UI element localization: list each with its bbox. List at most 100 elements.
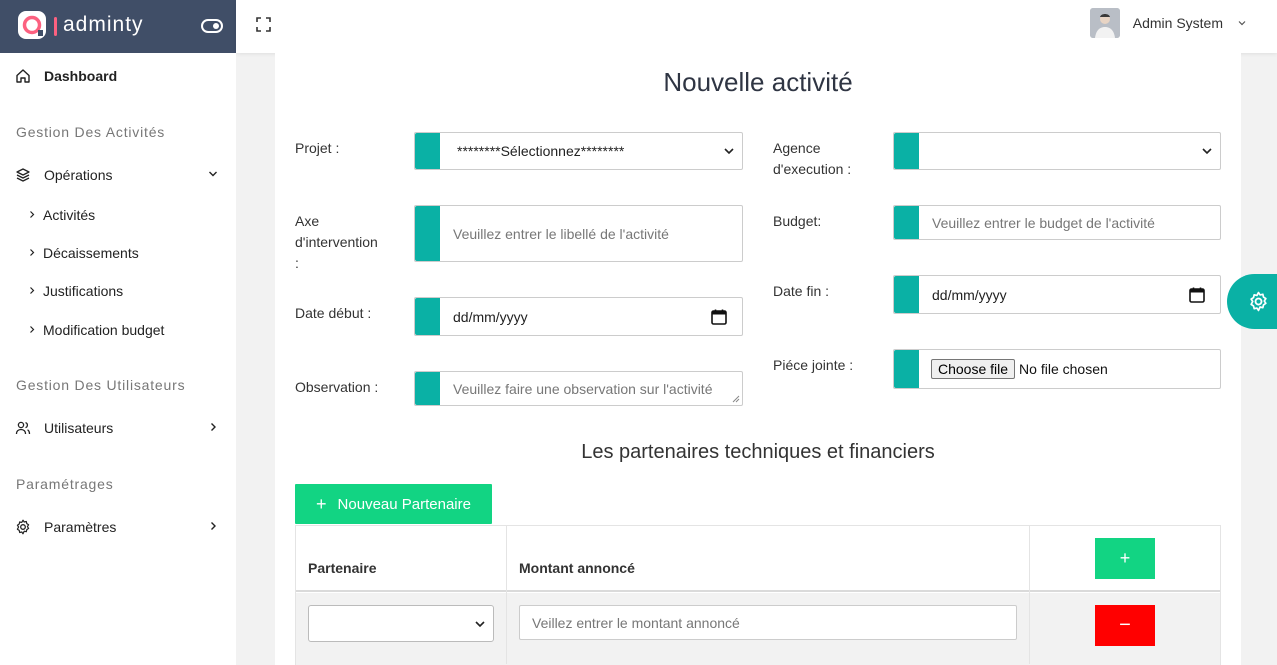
date-fin-label: Date fin : (773, 283, 830, 299)
new-partner-label: Nouveau Partenaire (337, 495, 471, 513)
observation-addon (415, 372, 440, 405)
axe-label-line-3: : (295, 255, 299, 271)
page-title: Nouvelle activité (663, 67, 853, 97)
observation-textarea[interactable]: Veuillez faire une observation sur l'act… (414, 371, 743, 406)
axe-input[interactable]: Veuillez entrer le libellé de l'activité (414, 205, 743, 262)
resize-handle-icon[interactable] (732, 395, 740, 403)
agence-label-line-1: Agence (773, 140, 821, 156)
partners-section-title: Les partenaires techniques et financiers (581, 441, 935, 463)
date-debut-value: dd/mm/yyyy (453, 308, 528, 325)
chevron-right-icon (30, 249, 35, 256)
chevron-down-icon (1202, 148, 1212, 155)
plus-icon: + (316, 493, 327, 514)
calendar-icon[interactable] (710, 308, 728, 326)
sidebar-subitem-modification-budget[interactable]: Modification budget (0, 322, 236, 338)
brand-bar: adminty (0, 0, 236, 53)
piece-jointe-addon (894, 350, 919, 388)
sidebar-item-settings[interactable]: Paramètres (0, 518, 236, 536)
sidebar-item-label: Utilisateurs (44, 420, 114, 436)
sidebar-item-label: Paramètres (44, 519, 117, 535)
sidebar-item-users[interactable]: Utilisateurs (0, 419, 236, 437)
sidebar-subitem-label: Justifications (43, 283, 124, 299)
sidebar-subitem-decaissements[interactable]: Décaissements (0, 245, 236, 261)
agence-label: Agence d'execution : (773, 138, 851, 180)
budget-placeholder: Veuillez entrer le budget de l'activité (932, 214, 1155, 231)
gear-icon (1250, 291, 1267, 312)
projet-addon (415, 133, 440, 169)
chevron-right-icon (211, 522, 216, 530)
add-row-button[interactable]: + (1095, 538, 1155, 579)
partner-select[interactable] (308, 605, 494, 642)
column-divider (1029, 526, 1030, 664)
agence-label-line-2: d'execution : (773, 161, 852, 177)
chevron-down-icon (724, 148, 734, 155)
table-header-row: Partenaire Montant annoncé + (296, 526, 1220, 592)
chevron-down-icon (1238, 21, 1246, 26)
chevron-down-icon (209, 171, 217, 177)
table-row: Veillez entrer le montant annoncé − (296, 593, 1220, 665)
sidebar-item-label: Opérations (44, 167, 113, 183)
sidebar-section-users: Gestion Des Utilisateurs (16, 377, 186, 393)
axe-placeholder: Veuillez entrer le libellé de l'activité (453, 225, 669, 242)
remove-row-button[interactable]: − (1095, 605, 1155, 646)
fullscreen-icon[interactable] (256, 17, 271, 32)
sidebar-subitem-activites[interactable]: Activités (0, 207, 236, 223)
sidebar-item-operations[interactable]: Opérations (0, 166, 236, 184)
projet-selected-value: ********Sélectionnez******** (457, 143, 625, 159)
layers-icon (16, 168, 30, 182)
chevron-right-icon (211, 423, 216, 431)
date-debut-addon (415, 298, 440, 335)
chevron-right-icon (30, 211, 35, 218)
date-fin-addon (894, 276, 919, 313)
new-partner-button[interactable]: + Nouveau Partenaire (295, 484, 492, 524)
avatar (1089, 8, 1120, 38)
axe-addon (415, 206, 440, 261)
column-divider (506, 526, 507, 664)
sidebar-subitem-label: Modification budget (43, 322, 165, 338)
budget-input[interactable]: Veuillez entrer le budget de l'activité (893, 205, 1221, 240)
sidebar-subitem-justifications[interactable]: Justifications (0, 283, 236, 299)
user-name: Admin System (1132, 15, 1223, 31)
amount-input[interactable]: Veillez entrer le montant annoncé (519, 605, 1017, 640)
sidebar-section-settings: Paramétrages (16, 476, 114, 492)
sidebar: Dashboard Gestion Des Activités Opératio… (0, 53, 236, 665)
settings-fab[interactable] (1227, 274, 1277, 329)
date-debut-input[interactable]: dd/mm/yyyy (414, 297, 743, 336)
user-menu[interactable]: Admin System (1089, 8, 1247, 38)
date-debut-label: Date début : (295, 305, 372, 321)
toggle-icon[interactable] (201, 15, 223, 37)
projet-label: Projet : (295, 140, 340, 156)
calendar-icon[interactable] (1188, 286, 1206, 304)
column-header-partner: Partenaire (308, 560, 377, 576)
chevron-right-icon (30, 326, 35, 333)
brand-name: adminty (63, 13, 144, 36)
choose-file-button[interactable]: Choose file (931, 359, 1016, 379)
file-status: No file chosen (1019, 361, 1108, 377)
budget-label: Budget: (773, 213, 822, 229)
sidebar-subitem-label: Activités (43, 207, 96, 223)
home-icon (16, 69, 30, 83)
chevron-down-icon (475, 620, 485, 627)
projet-select[interactable]: ********Sélectionnez******** (414, 132, 743, 170)
activity-form-card: Nouvelle activité Projet : ********Sélec… (275, 53, 1241, 665)
axe-label-line-2: d'intervention (295, 234, 378, 250)
gear-icon (16, 519, 30, 535)
date-fin-input[interactable]: dd/mm/yyyy (893, 275, 1221, 314)
agence-select[interactable] (893, 132, 1221, 170)
chevron-right-icon (30, 287, 35, 294)
observation-placeholder: Veuillez faire une observation sur l'act… (453, 380, 713, 397)
piece-jointe-label: Piéce jointe : (773, 357, 854, 373)
users-icon (15, 421, 31, 435)
sidebar-subitem-label: Décaissements (43, 245, 139, 261)
top-bar: Admin System (236, 0, 1277, 53)
sidebar-section-activities: Gestion Des Activités (16, 124, 166, 140)
amount-placeholder: Veillez entrer le montant annoncé (532, 614, 740, 631)
date-fin-value: dd/mm/yyyy (932, 286, 1007, 303)
agence-addon (894, 133, 919, 169)
partners-table: Partenaire Montant annoncé + Veillez ent… (295, 525, 1221, 665)
observation-label: Observation : (295, 379, 379, 395)
sidebar-item-label: Dashboard (44, 68, 118, 84)
piece-jointe-input[interactable]: Choose file No file chosen (893, 349, 1221, 389)
sidebar-item-dashboard[interactable]: Dashboard (0, 67, 236, 85)
logo-icon (18, 11, 46, 39)
